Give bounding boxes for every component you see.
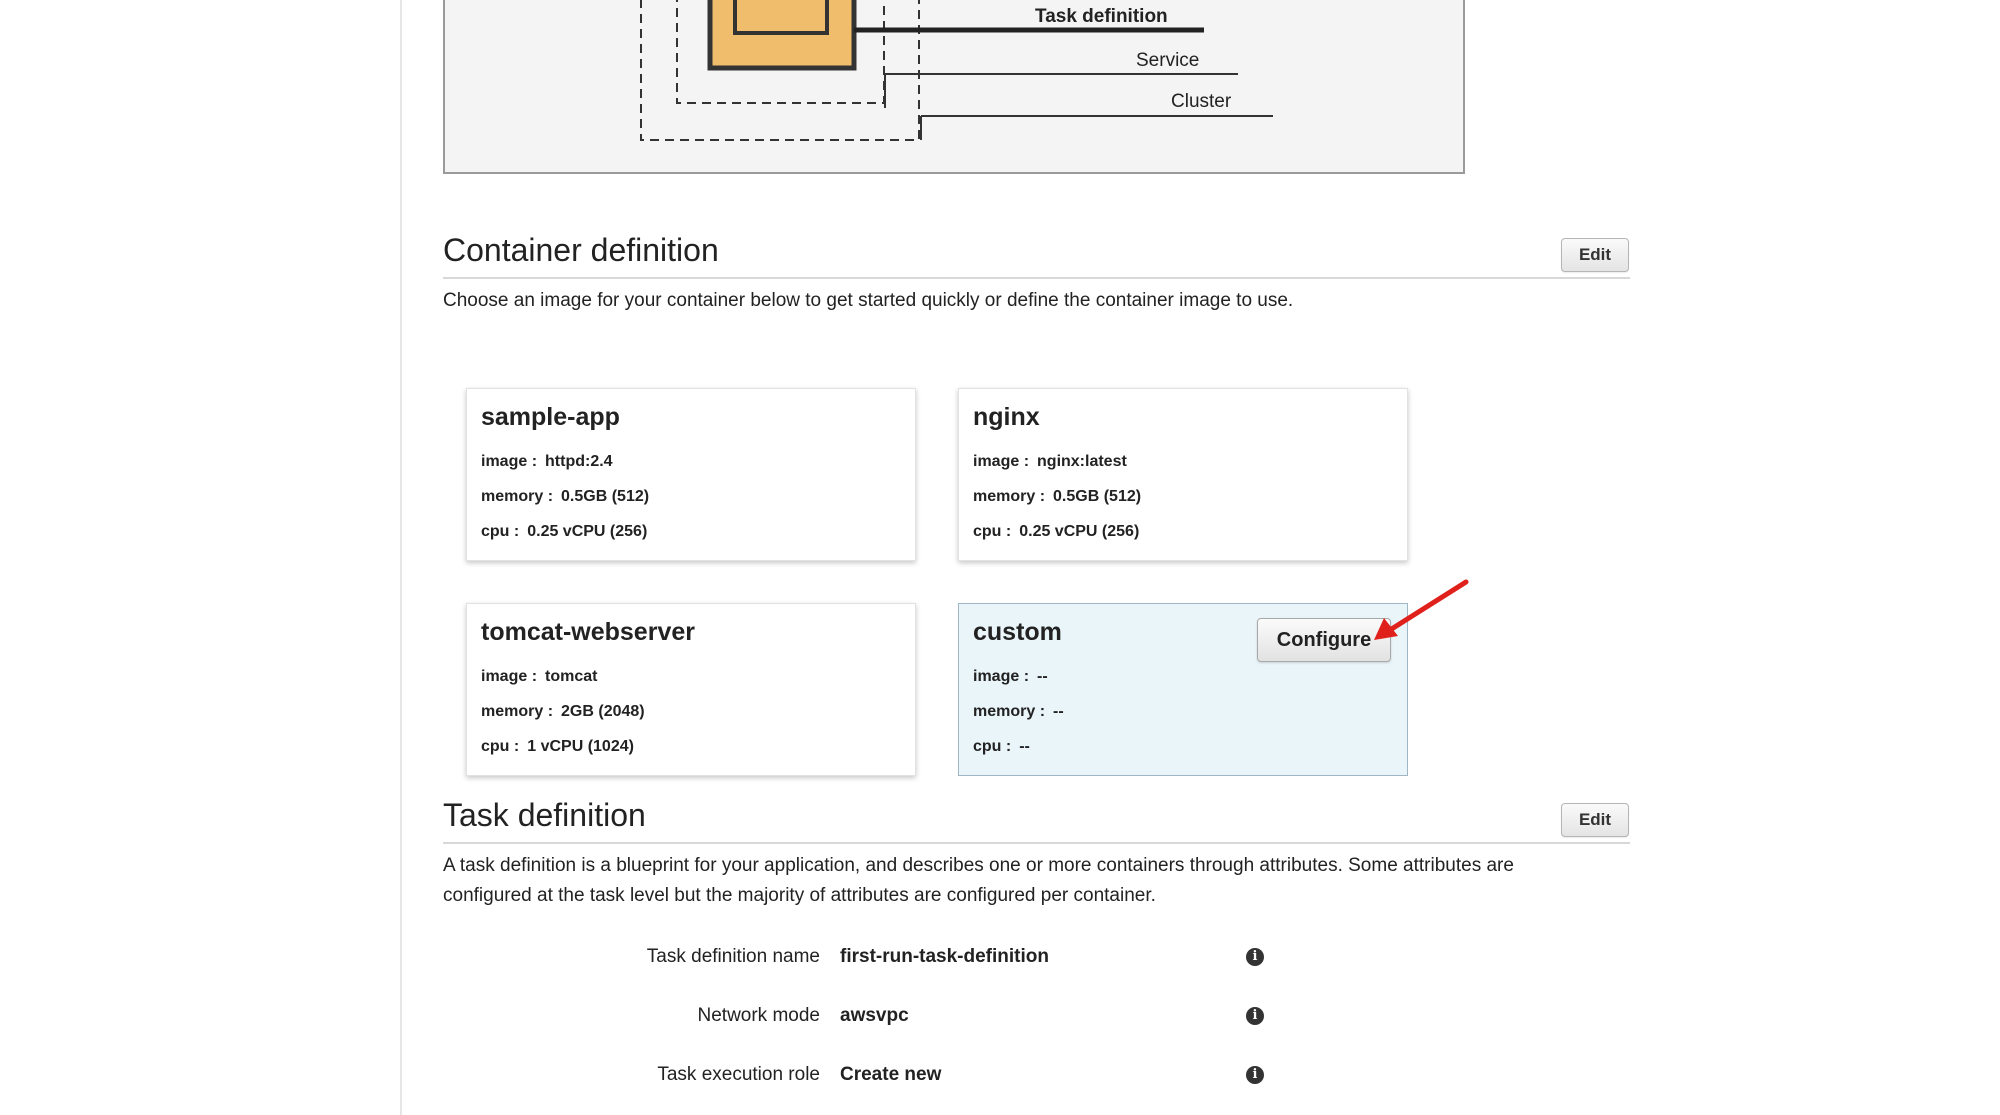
task-definition-title: Task definition: [443, 797, 646, 833]
container-card-nginx[interactable]: nginx image : nginx:latest memory : 0.5GB …: [958, 388, 1408, 561]
card-image-row: image : nginx:latest: [973, 453, 1127, 471]
cpu-value: --: [1019, 738, 1030, 755]
section-divider: [443, 277, 1630, 279]
cpu-value: 0.25 vCPU (256): [527, 523, 648, 540]
memory-label: memory :: [481, 703, 554, 720]
field-label-task-definition-name: Task definition name: [646, 946, 820, 967]
field-value-network-mode: awsvpc: [840, 1005, 909, 1026]
container-card-sample-app[interactable]: sample-app image : httpd:2.4 memory : 0.5G…: [466, 388, 916, 561]
image-value: nginx:latest: [1037, 453, 1127, 470]
cpu-label: cpu :: [973, 738, 1012, 755]
info-icon[interactable]: i: [1246, 1007, 1264, 1025]
image-value: tomcat: [545, 668, 598, 685]
page-left-divider: [400, 0, 402, 1115]
red-arrow-icon: [1374, 579, 1469, 640]
cpu-value: 1 vCPU (1024): [527, 738, 634, 755]
card-memory-row: memory : 0.5GB (512): [481, 488, 649, 506]
field-value-task-execution-role: Create new: [840, 1064, 942, 1085]
card-image-row: image : --: [973, 668, 1048, 686]
card-title: nginx: [973, 403, 1040, 431]
container-card-custom[interactable]: custom Configure image : -- memory : -- cp…: [958, 603, 1408, 776]
image-value: httpd:2.4: [545, 453, 613, 470]
image-label: image :: [481, 668, 538, 685]
memory-label: memory :: [481, 488, 554, 505]
card-memory-row: memory : --: [973, 703, 1064, 721]
card-memory-row: memory : 2GB (2048): [481, 703, 645, 721]
container-definition-description: Choose an image for your container below…: [443, 290, 1294, 311]
section-divider: [443, 842, 1630, 844]
ecs-objects-diagram: Task definition Service Cluster: [443, 0, 1465, 174]
memory-value: 0.5GB (512): [1053, 488, 1142, 505]
container-card-tomcat-webserver[interactable]: tomcat-webserver image : tomcat memory : 2…: [466, 603, 916, 776]
memory-value: --: [1053, 703, 1064, 720]
cpu-label: cpu :: [481, 523, 520, 540]
card-cpu-row: cpu : --: [973, 738, 1030, 756]
memory-label: memory :: [973, 703, 1046, 720]
task-definition-edit-button[interactable]: Edit: [1561, 803, 1629, 837]
diagram-label-cluster: Cluster: [1171, 91, 1232, 112]
container-definition-title: Container definition: [443, 232, 719, 268]
info-icon[interactable]: i: [1246, 948, 1264, 966]
image-label: image :: [973, 668, 1030, 685]
card-image-row: image : tomcat: [481, 668, 597, 686]
cpu-label: cpu :: [481, 738, 520, 755]
task-definition-description-line1: A task definition is a blueprint for you…: [443, 855, 1514, 876]
field-label-network-mode: Network mode: [697, 1005, 821, 1026]
image-value: --: [1037, 668, 1048, 685]
card-cpu-row: cpu : 0.25 vCPU (256): [481, 523, 647, 541]
card-cpu-row: cpu : 0.25 vCPU (256): [973, 523, 1139, 541]
info-icon[interactable]: i: [1246, 1066, 1264, 1084]
diagram-graphic: [640, 0, 1273, 141]
cpu-label: cpu :: [973, 523, 1012, 540]
memory-label: memory :: [973, 488, 1046, 505]
cpu-value: 0.25 vCPU (256): [1019, 523, 1140, 540]
card-cpu-row: cpu : 1 vCPU (1024): [481, 738, 634, 756]
image-label: image :: [973, 453, 1030, 470]
diagram-label-task-definition: Task definition: [1035, 6, 1168, 27]
card-title: tomcat-webserver: [481, 618, 695, 646]
memory-value: 2GB (2048): [561, 703, 645, 720]
card-title: sample-app: [481, 403, 620, 431]
card-title: custom: [973, 618, 1062, 646]
field-value-task-definition-name: first-run-task-definition: [840, 946, 1049, 967]
memory-value: 0.5GB (512): [561, 488, 650, 505]
field-label-task-execution-role: Task execution role: [657, 1064, 820, 1085]
card-memory-row: memory : 0.5GB (512): [973, 488, 1141, 506]
card-image-row: image : httpd:2.4: [481, 453, 613, 471]
image-label: image :: [481, 453, 538, 470]
diagram-label-service: Service: [1136, 50, 1200, 71]
container-definition-edit-button[interactable]: Edit: [1561, 238, 1629, 272]
task-definition-description-line2: configured at the task level but the maj…: [443, 885, 1156, 906]
